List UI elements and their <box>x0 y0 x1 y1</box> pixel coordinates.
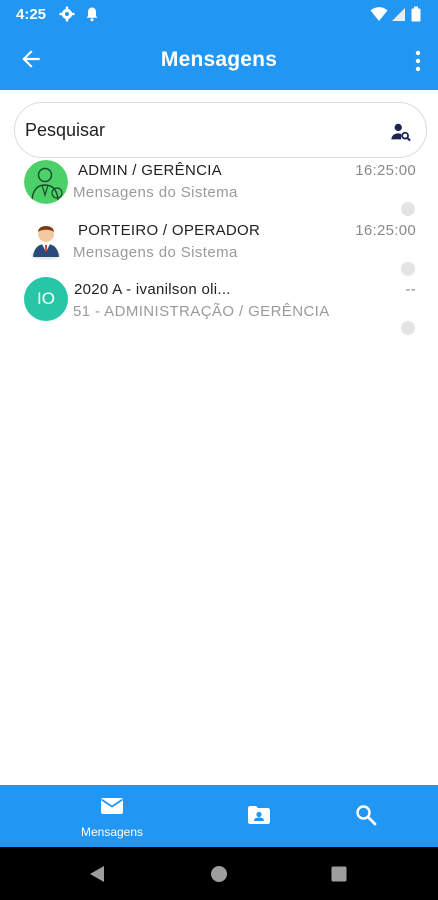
more-vert-icon[interactable] <box>412 48 424 74</box>
recents-square-icon[interactable] <box>331 866 347 882</box>
home-circle-icon[interactable] <box>210 865 228 883</box>
wifi-icon <box>370 7 388 21</box>
unread-indicator <box>401 262 415 276</box>
conversation-time: 16:25:00 <box>355 162 416 179</box>
nav-contacts[interactable] <box>234 785 284 847</box>
nav-messages-label: Mensagens <box>80 825 144 839</box>
battery-icon <box>411 6 421 22</box>
back-triangle-icon[interactable] <box>89 865 105 883</box>
mail-icon <box>101 798 123 814</box>
unread-indicator <box>401 321 415 335</box>
status-time: 4:25 <box>16 6 47 23</box>
unread-indicator <box>401 202 415 216</box>
conversation-subtitle: Mensagens do Sistema <box>73 184 238 201</box>
system-navigation-bar <box>0 847 438 900</box>
status-bar: 4:25 <box>0 0 438 30</box>
conversation-subtitle: 51 - ADMINISTRAÇÃO / GERÊNCIA <box>73 303 330 320</box>
notification-bell-icon <box>86 7 98 22</box>
app-bar: Mensagens <box>0 30 438 90</box>
conversation-item[interactable]: IO 2020 A - ivanilson oli... 51 - ADMINI… <box>0 277 438 337</box>
search-input[interactable]: Pesquisar <box>25 120 105 141</box>
conversation-name: 2020 A - ivanilson oli... <box>74 281 231 298</box>
porter-avatar-icon <box>31 226 61 260</box>
signal-icon <box>392 8 405 21</box>
person-search-icon[interactable] <box>390 121 412 143</box>
contacts-folder-icon <box>248 806 270 824</box>
admin-avatar-icon <box>24 160 68 204</box>
initials-avatar: IO <box>24 277 68 321</box>
conversation-name: ADMIN / GERÊNCIA <box>78 162 222 179</box>
bottom-navigation: Mensagens <box>0 785 438 847</box>
conversation-item[interactable]: PORTEIRO / OPERADOR Mensagens do Sistema… <box>0 217 438 277</box>
page-title: Mensagens <box>160 48 278 71</box>
conversation-subtitle: Mensagens do Sistema <box>73 244 238 261</box>
conversation-name: PORTEIRO / OPERADOR <box>78 222 261 239</box>
search-bar[interactable]: Pesquisar <box>14 102 427 158</box>
search-icon <box>356 805 377 826</box>
settings-icon <box>59 6 75 22</box>
conversation-item[interactable]: ADMIN / GERÊNCIA Mensagens do Sistema 16… <box>0 158 438 218</box>
conversation-time: -- <box>405 281 416 298</box>
conversation-time: 16:25:00 <box>355 222 416 239</box>
nav-messages[interactable]: Mensagens <box>62 785 162 847</box>
nav-search[interactable] <box>343 785 393 847</box>
